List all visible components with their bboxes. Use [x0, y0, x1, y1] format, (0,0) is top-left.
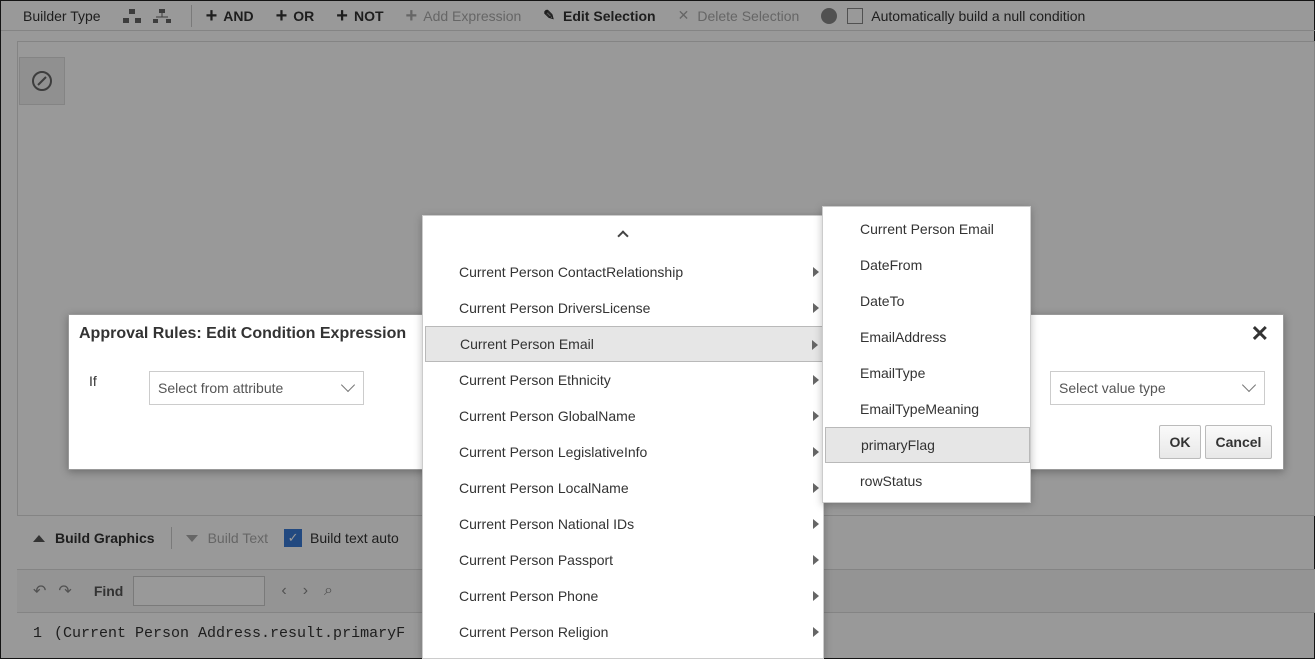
attribute-menu-item[interactable]: Current Person Phone	[425, 578, 823, 614]
submenu-arrow-icon	[813, 483, 819, 493]
email-submenu-item-selected[interactable]: primaryFlag	[825, 427, 1030, 463]
submenu-arrow-icon	[813, 627, 819, 637]
ok-button[interactable]: OK	[1159, 425, 1201, 459]
submenu-arrow-icon	[813, 375, 819, 385]
submenu-arrow-icon	[812, 340, 818, 350]
chevron-down-icon	[1241, 377, 1257, 393]
attribute-select-value: Select from attribute	[158, 380, 284, 396]
email-submenu-item[interactable]: DateTo	[825, 283, 1030, 319]
attribute-menu-item[interactable]: Current Person Passport	[425, 542, 823, 578]
email-submenu-item[interactable]: EmailAddress	[825, 319, 1030, 355]
attribute-menu-item[interactable]: Current Person DriversLicense	[425, 290, 823, 326]
attribute-menu: Current Person ContactRelationship Curre…	[422, 215, 824, 659]
submenu-arrow-icon	[813, 303, 819, 313]
email-submenu-item[interactable]: DateFrom	[825, 247, 1030, 283]
value-type-select-value: Select value type	[1059, 380, 1166, 396]
if-label: If	[89, 373, 97, 389]
submenu-arrow-icon	[813, 591, 819, 601]
attribute-menu-item[interactable]: Current Person National IDs	[425, 506, 823, 542]
attribute-menu-item[interactable]: Current Person LegislativeInfo	[425, 434, 823, 470]
dialog-title: Approval Rules: Edit Condition Expressio…	[79, 325, 407, 342]
attribute-menu-item[interactable]: Current Person Ethnicity	[425, 362, 823, 398]
attribute-menu-item[interactable]: Current Person ContactRelationship	[425, 254, 823, 290]
attribute-menu-item[interactable]: Current Person GlobalName	[425, 398, 823, 434]
email-submenu-item[interactable]: Current Person Email	[825, 211, 1030, 247]
attribute-menu-item-selected[interactable]: Current Person Email	[425, 326, 823, 362]
submenu-arrow-icon	[813, 411, 819, 421]
cancel-button[interactable]: Cancel	[1205, 425, 1272, 459]
email-submenu-item[interactable]: rowStatus	[825, 463, 1030, 499]
attribute-menu-item[interactable]: Current Person Religion	[425, 614, 823, 650]
value-type-select[interactable]: Select value type	[1050, 371, 1265, 405]
email-submenu-item[interactable]: EmailTypeMeaning	[825, 391, 1030, 427]
email-submenu: Current Person Email DateFrom DateTo Ema…	[822, 206, 1031, 503]
chevron-up-icon	[617, 230, 629, 242]
submenu-arrow-icon	[813, 555, 819, 565]
email-submenu-item[interactable]: EmailType	[825, 355, 1030, 391]
attribute-menu-item[interactable]: Current Person LocalName	[425, 470, 823, 506]
submenu-arrow-icon	[813, 447, 819, 457]
submenu-arrow-icon	[813, 267, 819, 277]
submenu-arrow-icon	[813, 519, 819, 529]
close-icon[interactable]: ✕	[1251, 321, 1269, 347]
chevron-down-icon	[340, 377, 356, 393]
attribute-select[interactable]: Select from attribute	[149, 371, 364, 405]
scroll-up-button[interactable]	[423, 216, 823, 252]
